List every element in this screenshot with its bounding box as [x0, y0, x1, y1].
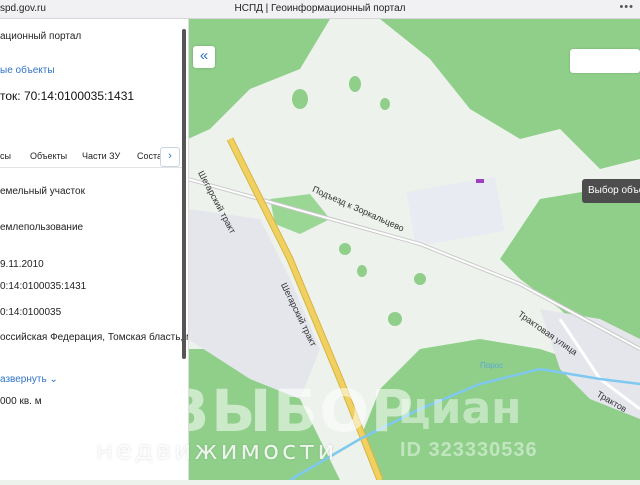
expand-label[interactable]: азвернуть [0, 374, 47, 385]
field-address: оссийская Федерация, Томская бласть, мун… [0, 332, 188, 343]
panel-scrollbar[interactable] [182, 29, 186, 359]
watermark-id: ID 323330536 [400, 439, 538, 461]
tab-parts[interactable]: Части ЗУ [82, 151, 120, 161]
info-panel: ационный портал ые объекты ток: 70:14:01… [0, 19, 189, 480]
field-type: емельный участок [0, 186, 85, 197]
collapse-panel-icon[interactable]: « [193, 46, 215, 68]
watermark-brand: циан [398, 383, 522, 434]
tab-next-icon[interactable]: › [160, 147, 180, 167]
field-date: 9.11.2010 [0, 259, 44, 270]
objects-link[interactable]: ые объекты [0, 65, 55, 76]
parcel-number: ток: 70:14:0100035:1431 [0, 89, 135, 103]
select-objects-button[interactable]: Выбор объе [582, 179, 640, 203]
field-use: емлепользование [0, 222, 84, 233]
browser-topbar: spd.gov.ru НСПД | Геоинформационный порт… [0, 0, 640, 19]
chevron-down-icon[interactable]: ⌄ [49, 374, 57, 385]
expand-link[interactable]: азвернуть ⌄ [0, 374, 58, 385]
field-area: 000 кв. м [0, 396, 42, 407]
field-cadastral: 0:14:0100035:1431 [0, 281, 87, 292]
river-label: Порос [480, 361, 504, 370]
map-search-box[interactable] [570, 49, 640, 73]
watermark-sub: недвижимости [96, 436, 338, 466]
portal-title: ационный портал [0, 31, 82, 42]
tab-bar: сы Объекты Части ЗУ Соста › [0, 145, 182, 168]
tab-composition[interactable]: Соста [137, 151, 162, 161]
field-quarter: 0:14:0100035 [0, 307, 62, 318]
page-tab-title: НСПД | Геоинформационный портал [234, 3, 406, 14]
window-controls[interactable]: ••• [619, 1, 634, 13]
tab-resources[interactable]: сы [0, 151, 11, 161]
watermark-main: ВЫБОР [165, 377, 416, 445]
tab-objects[interactable]: Объекты [30, 151, 67, 161]
